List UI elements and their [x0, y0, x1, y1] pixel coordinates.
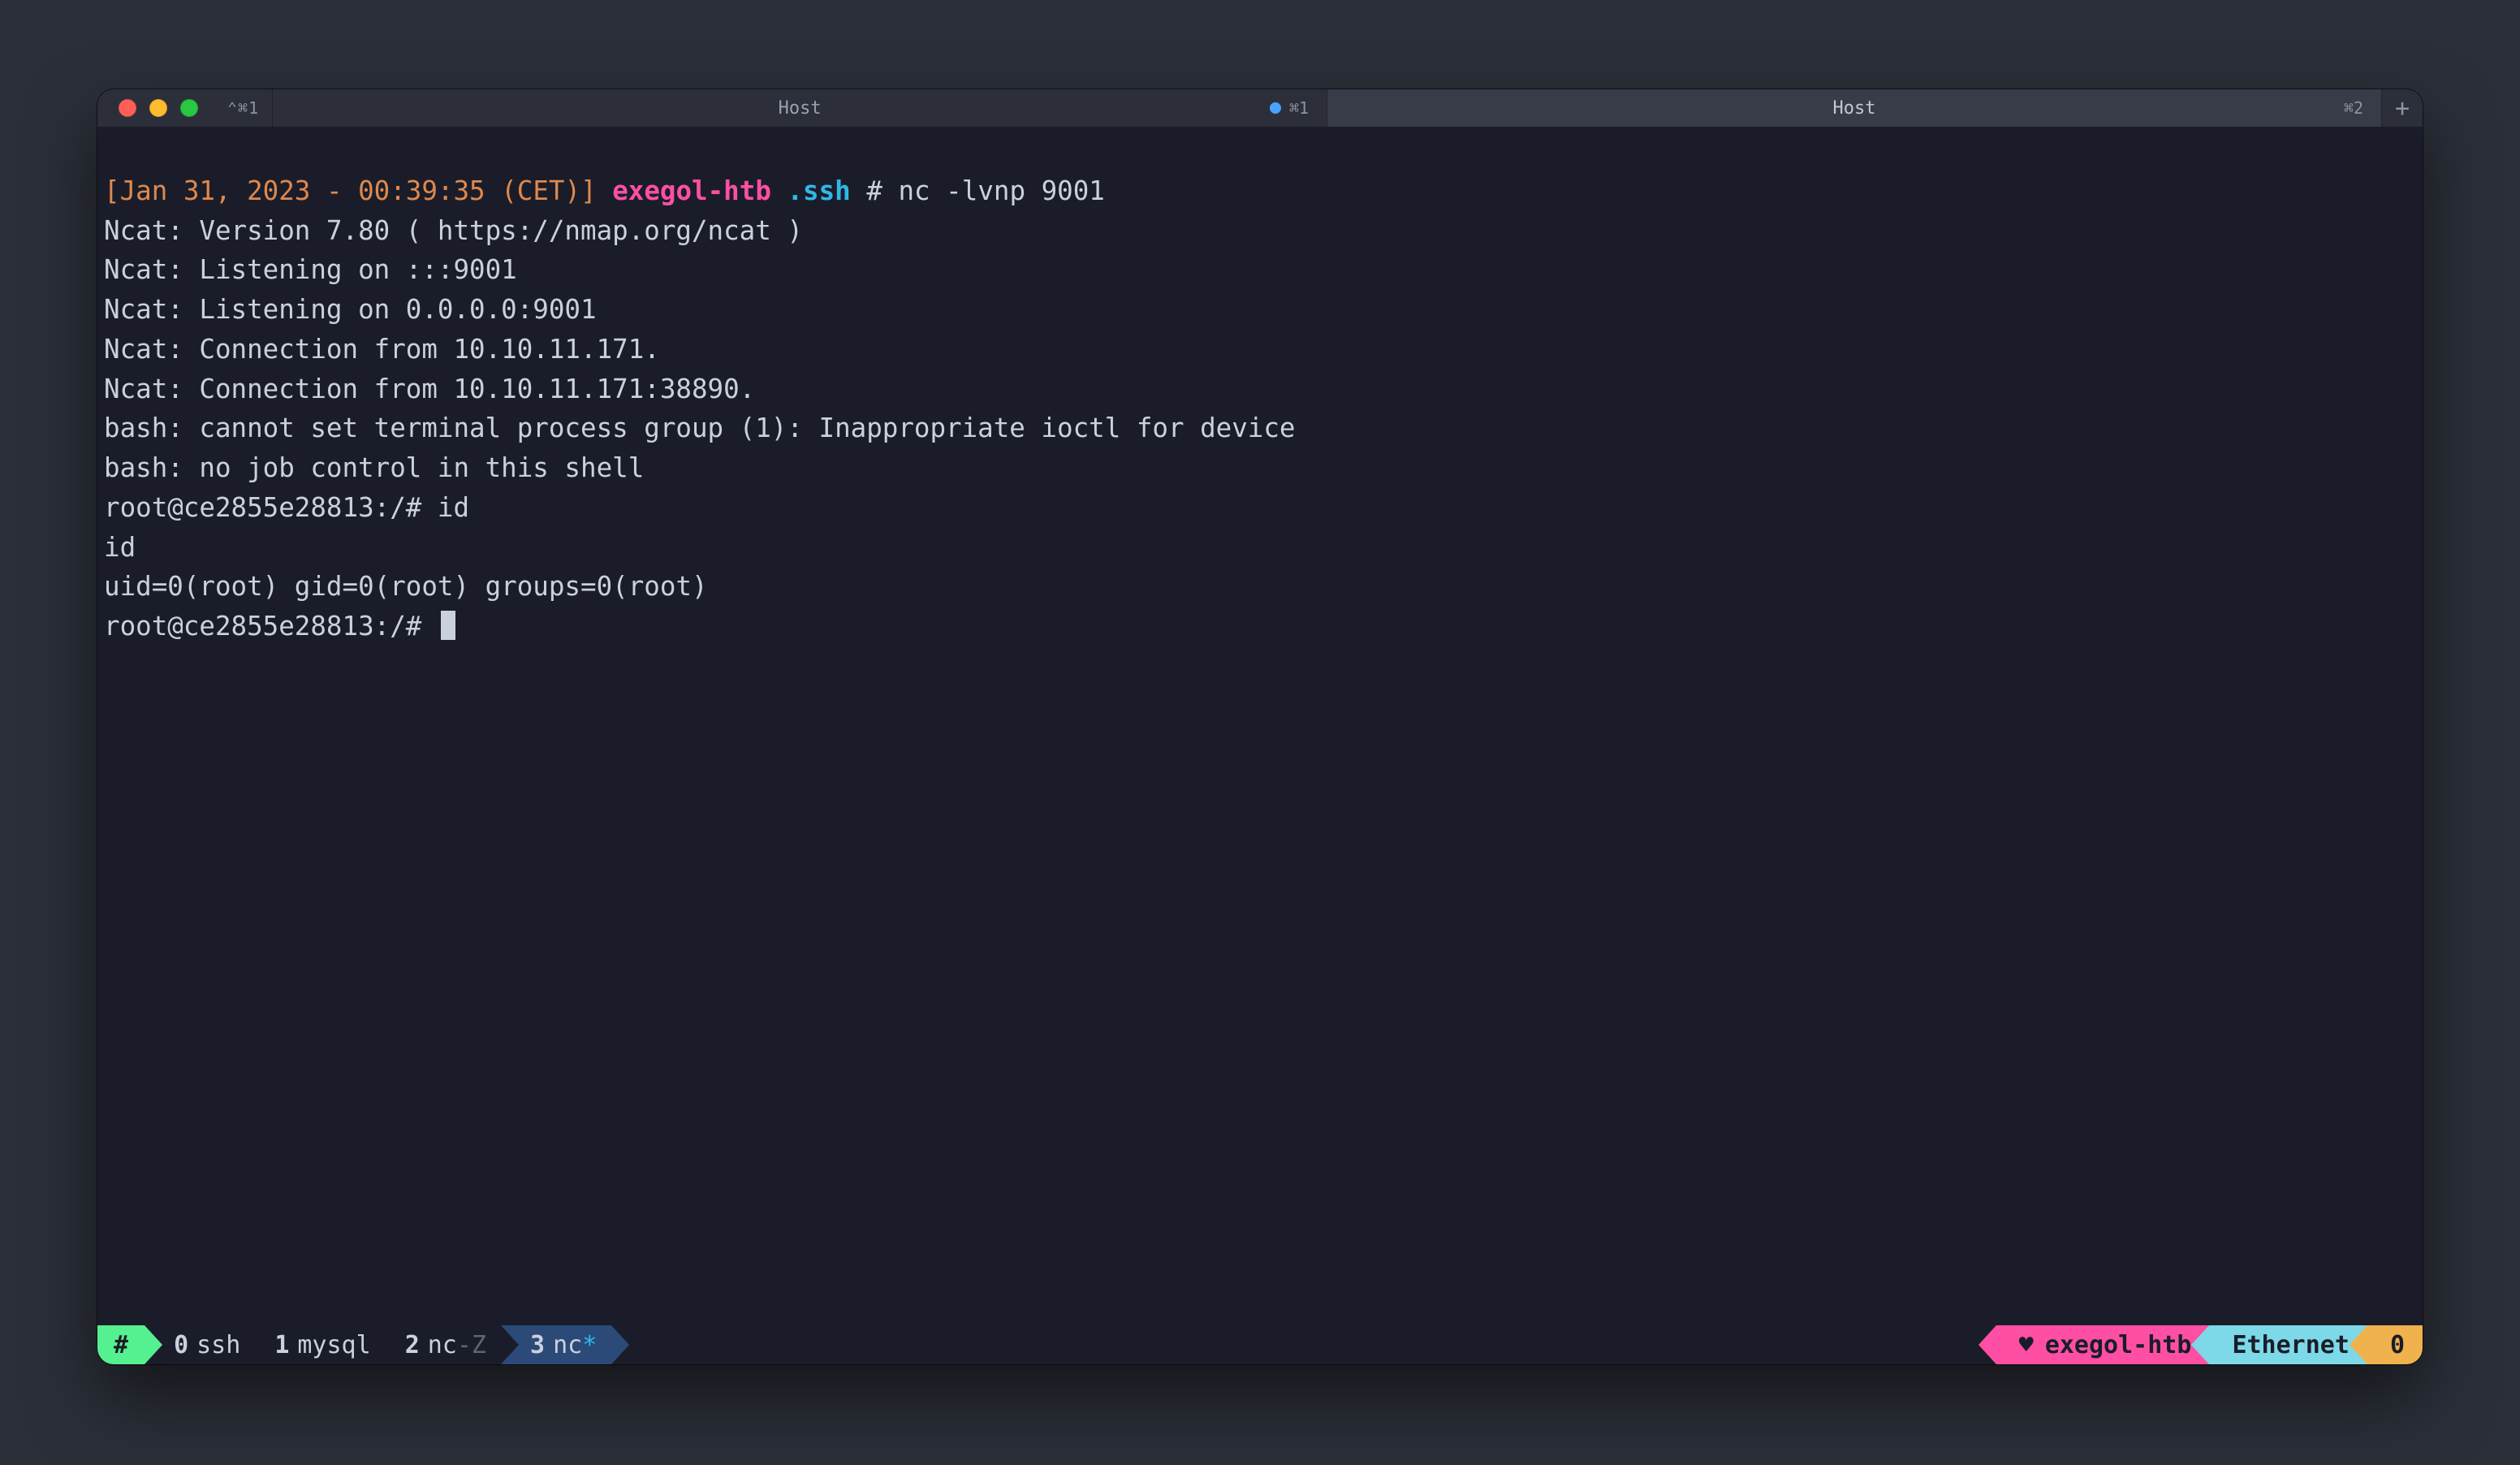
output-line: Ncat: Listening on :::9001: [104, 254, 517, 285]
output-line: bash: cannot set terminal process group …: [104, 413, 1296, 443]
traffic-lights: [97, 89, 214, 127]
output-line: id: [104, 532, 136, 563]
tab-shortcut-hint: ⌃⌘1: [214, 89, 273, 127]
close-icon[interactable]: [119, 99, 136, 117]
tab-title: Host: [1833, 98, 1876, 119]
tab-shortcut: ⌘2: [2344, 98, 2363, 118]
status-right-num: 0: [2367, 1325, 2423, 1364]
output-line: Ncat: Version 7.80 ( https://nmap.org/nc…: [104, 215, 803, 246]
output-line: Ncat: Connection from 10.10.11.171.: [104, 334, 660, 365]
heart-icon: ♥: [2019, 1331, 2034, 1359]
tmux-window-1[interactable]: 1 mysql: [255, 1325, 385, 1364]
tab-2[interactable]: Host ⌘2: [1327, 89, 2382, 127]
status-prefix: #: [97, 1325, 145, 1364]
status-network: Ethernet: [2209, 1325, 2367, 1364]
output-line: Ncat: Listening on 0.0.0.0:9001: [104, 294, 597, 325]
titlebar: ⌃⌘1 Host ⌘1 Host ⌘2 +: [97, 89, 2423, 127]
output-line: bash: no job control in this shell: [104, 452, 644, 483]
prompt-line: [Jan 31, 2023 - 00:39:35 (CET)] exegol-h…: [104, 175, 1105, 206]
cursor-icon: [441, 611, 455, 640]
tab-title: Host: [779, 98, 822, 119]
zoom-icon[interactable]: [180, 99, 198, 117]
output-line: root@ce2855e28813:/# id: [104, 492, 469, 523]
terminal-output[interactable]: [Jan 31, 2023 - 00:39:35 (CET)] exegol-h…: [97, 127, 2423, 1325]
terminal-window: ⌃⌘1 Host ⌘1 Host ⌘2 + [Jan 31, 2023 - 00…: [97, 89, 2423, 1364]
modified-dot-icon: [1270, 102, 1281, 114]
status-spacer: [611, 1325, 1996, 1364]
tmux-statusbar: # 0 ssh 1 mysql 2 nc-Z 3 nc* ♥ exegol-ht…: [97, 1325, 2423, 1364]
add-tab-button[interactable]: +: [2382, 89, 2423, 127]
tab-1[interactable]: Host ⌘1: [273, 89, 1327, 127]
output-line: Ncat: Connection from 10.10.11.171:38890…: [104, 374, 755, 404]
minimize-icon[interactable]: [149, 99, 167, 117]
tab-shortcut: ⌘1: [1270, 98, 1309, 118]
shell-prompt: root@ce2855e28813:/#: [104, 611, 455, 642]
output-line: uid=0(root) gid=0(root) groups=0(root): [104, 571, 708, 602]
status-session: ♥ exegol-htb: [1996, 1325, 2210, 1364]
